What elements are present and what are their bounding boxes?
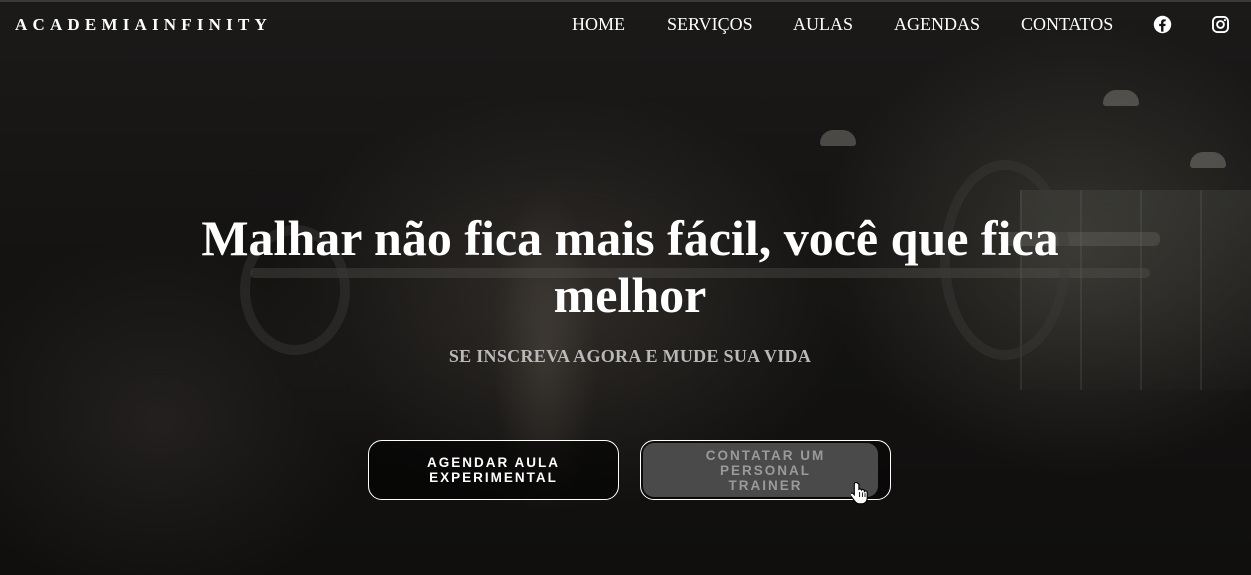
ceiling-lamp-image: [1190, 152, 1226, 168]
instagram-icon[interactable]: [1211, 15, 1230, 34]
ceiling-lamp-image: [820, 130, 856, 146]
hand-pointer-icon: [849, 481, 869, 507]
nav-home[interactable]: HOME: [572, 14, 625, 35]
nav-contatos[interactable]: CONTATOS: [1021, 14, 1113, 35]
nav-aulas[interactable]: AULAS: [793, 14, 853, 35]
ceiling-lamp-image: [1103, 90, 1139, 106]
nav-servicos[interactable]: SERVIÇOS: [667, 14, 753, 35]
brand-logo[interactable]: ACADEMIAINFINITY: [15, 15, 272, 35]
nav-agendas[interactable]: AGENDAS: [894, 14, 980, 35]
facebook-icon[interactable]: [1153, 15, 1172, 34]
hero-subtitle: SE INSCREVA AGORA E MUDE SUA VIDA: [448, 346, 812, 366]
schedule-trial-class-button[interactable]: AGENDAR AULA EXPERIMENTAL: [368, 440, 619, 500]
hero-headline: Malhar não fica mais fácil, você que fic…: [201, 210, 1059, 323]
top-border: [0, 0, 1251, 2]
contact-personal-trainer-label: CONTATAR UM PERSONAL TRAINER: [705, 447, 826, 493]
schedule-trial-class-label: AGENDAR AULA EXPERIMENTAL: [427, 455, 560, 485]
